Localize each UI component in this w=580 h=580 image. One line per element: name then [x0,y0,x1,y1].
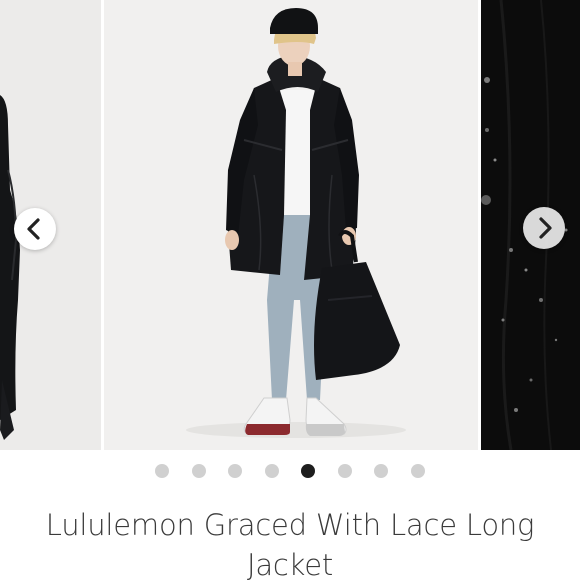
carousel-dot-active[interactable] [301,464,316,478]
carousel-dot[interactable] [337,464,352,478]
carousel-dot[interactable] [410,464,425,478]
carousel-dot[interactable] [155,464,169,478]
chevron-left-icon [27,218,40,240]
listing-title: Lululemon Graced With Lace Long Jacket [45,508,535,580]
photo-carousel[interactable] [0,0,580,450]
chevron-right-icon [539,217,552,239]
carousel-next-button[interactable] [523,207,565,249]
carousel-dot[interactable] [374,464,389,478]
carousel-dot[interactable] [228,464,243,478]
carousel-prev-button[interactable] [14,208,56,250]
carousel-dot[interactable] [191,464,206,478]
carousel-dot[interactable] [264,464,279,478]
model-jacket-photo [104,0,478,450]
carousel-slide-current[interactable] [104,0,478,450]
carousel-pagination [155,463,425,479]
listing-screen: Lululemon Graced With Lace Long Jacket [0,0,580,580]
